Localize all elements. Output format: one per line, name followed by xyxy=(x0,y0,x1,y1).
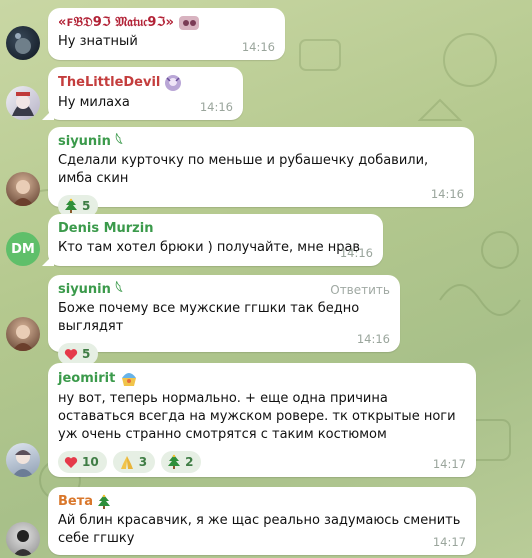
emoji-status-icon xyxy=(97,494,111,510)
message-bubble[interactable]: «ꜰ𝔅𝔇9ℑ 𝔐𝔞𝔱𝔲𝔠9ℑ» Ну знатный 14:16 xyxy=(48,8,285,60)
message-time: 14:17 xyxy=(432,457,466,471)
message-bubble[interactable]: Denis Murzin Кто там хотел брюки ) получ… xyxy=(48,214,383,266)
message-time: 14:16 xyxy=(339,246,373,260)
emoji-status-icon xyxy=(119,370,139,388)
message-time: 14:16 xyxy=(430,187,464,201)
sender-name[interactable]: «ꜰ𝔅𝔇9ℑ 𝔐𝔞𝔱𝔲𝔠9ℑ» xyxy=(58,15,275,31)
profile-photo-icon xyxy=(13,530,33,556)
message-text: ну вот, теперь нормально. + еще одна при… xyxy=(58,391,456,442)
avatar[interactable] xyxy=(6,522,40,556)
message-bubble[interactable]: siyunin 𓆩 Сделали курточку по меньше и р… xyxy=(48,127,474,217)
profile-photo-icon xyxy=(12,450,34,477)
sender-name[interactable]: siyunin 𓆩 xyxy=(58,134,464,150)
message-bubble[interactable]: jeomirit ну вот, теперь нормально. + еще… xyxy=(48,363,476,477)
message-bubble[interactable]: siyunin 𓆩 Ответить Боже почему все мужск… xyxy=(48,275,400,365)
avatar-initials: DM xyxy=(11,241,35,257)
reaction-chip[interactable]: 5 xyxy=(58,343,99,365)
message-text: Ай блин красавчик, я же щас реально заду… xyxy=(58,513,461,546)
message-time: 14:16 xyxy=(199,100,233,114)
message-text: Сделали курточку по меньше и рубашечку д… xyxy=(58,153,429,186)
message-text: Кто там хотел брюки ) получайте, мне нра… xyxy=(58,240,361,255)
message-bubble[interactable]: Вета Ай блин красавчик, я же щас реально… xyxy=(48,487,476,555)
heart-emoji-icon xyxy=(64,456,78,468)
message-time: 14:17 xyxy=(432,535,466,549)
profile-photo-icon xyxy=(12,325,34,351)
reaction-chip[interactable]: 2 xyxy=(161,451,202,473)
reaction-chip[interactable]: 10 xyxy=(58,451,107,473)
pray-emoji-icon xyxy=(120,455,133,469)
avatar[interactable] xyxy=(6,443,40,477)
reply-button[interactable]: Ответить xyxy=(330,283,390,297)
avatar[interactable]: DM xyxy=(6,232,40,266)
profile-photo-icon xyxy=(12,92,34,116)
tree-emoji-icon xyxy=(168,454,181,469)
reactions: 5 xyxy=(58,343,390,365)
message-time: 14:16 xyxy=(356,332,390,346)
sender-name[interactable]: Вета xyxy=(58,494,466,510)
tree-emoji-icon xyxy=(65,198,77,213)
reaction-chip[interactable]: 3 xyxy=(112,451,156,473)
sticker-badge-icon xyxy=(178,15,200,31)
message-text: Боже почему все мужские ггшки так бедно … xyxy=(58,301,360,334)
sender-name[interactable]: Denis Murzin xyxy=(58,221,373,237)
reactions: 10 3 2 xyxy=(58,451,466,473)
emoji-status-icon xyxy=(164,74,182,92)
message-bubble[interactable]: TheLittleDevil Ну милаха 14:16 xyxy=(48,67,243,120)
sender-name[interactable]: TheLittleDevil xyxy=(58,74,233,92)
sender-name[interactable]: jeomirit xyxy=(58,370,466,388)
heart-emoji-icon xyxy=(64,348,78,360)
avatar[interactable] xyxy=(6,86,40,120)
avatar[interactable] xyxy=(6,172,40,206)
avatar[interactable] xyxy=(6,26,40,60)
message-time: 14:16 xyxy=(241,40,275,54)
profile-photo-icon xyxy=(12,180,34,206)
profile-photo-icon xyxy=(15,33,31,54)
avatar[interactable] xyxy=(6,317,40,351)
